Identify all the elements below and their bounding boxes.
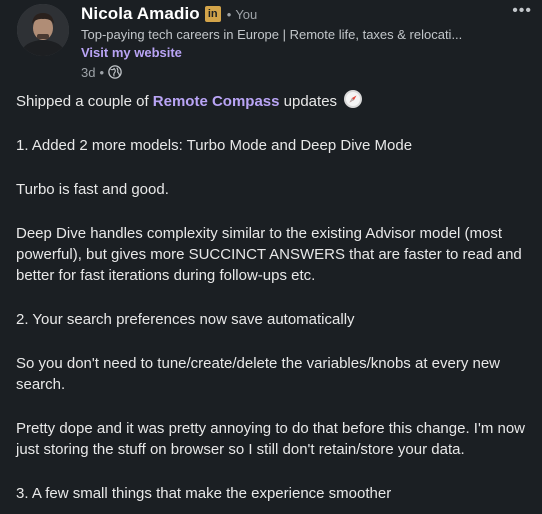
post-paragraph: 1. Added 2 more models: Turbo Mode and D… <box>16 137 413 154</box>
post-paragraph: 3. A few small things that make the expe… <box>16 485 392 502</box>
globe-icon <box>108 65 122 79</box>
post-paragraph: Shipped a couple of Remote Compass updat… <box>16 89 536 112</box>
post-paragraph: Deep Dive handles complexity similar to … <box>16 225 522 284</box>
author-name[interactable]: Nicola Amadio <box>81 4 200 24</box>
mention-link[interactable]: Remote Compass <box>153 93 280 110</box>
visit-website-link[interactable]: Visit my website <box>81 45 182 61</box>
meta-separator: • <box>99 64 105 80</box>
post-paragraph: So you don't need to tune/create/delete … <box>16 355 501 393</box>
linkedin-premium-badge-icon: in <box>204 6 221 22</box>
post-text: Shipped a couple of <box>16 93 149 110</box>
post-paragraph: Pretty dope and it was pretty annoying t… <box>16 420 526 458</box>
connection-degree: You <box>235 6 258 22</box>
avatar-photo <box>17 4 69 56</box>
post-time: 3d <box>81 64 96 80</box>
feed-post: Nicola Amadio in • You Top-paying tech c… <box>0 0 542 514</box>
post-text: updates <box>283 93 338 110</box>
post-meta: 3d • <box>81 64 501 80</box>
compass-emoji-icon <box>344 90 363 108</box>
more-options-icon[interactable]: ••• <box>512 2 532 20</box>
separator-dot: • <box>226 6 232 22</box>
post-paragraph: 2. Your search preferences now save auto… <box>16 311 355 328</box>
post-header: Nicola Amadio in • You Top-paying tech c… <box>81 3 501 80</box>
post-body: Shipped a couple of Remote Compass updat… <box>16 89 536 514</box>
author-headline: Top-paying tech careers in Europe | Remo… <box>81 27 463 42</box>
avatar[interactable] <box>17 4 69 56</box>
post-paragraph: Turbo is fast and good. <box>16 181 169 198</box>
name-row: Nicola Amadio in • You <box>81 3 501 25</box>
